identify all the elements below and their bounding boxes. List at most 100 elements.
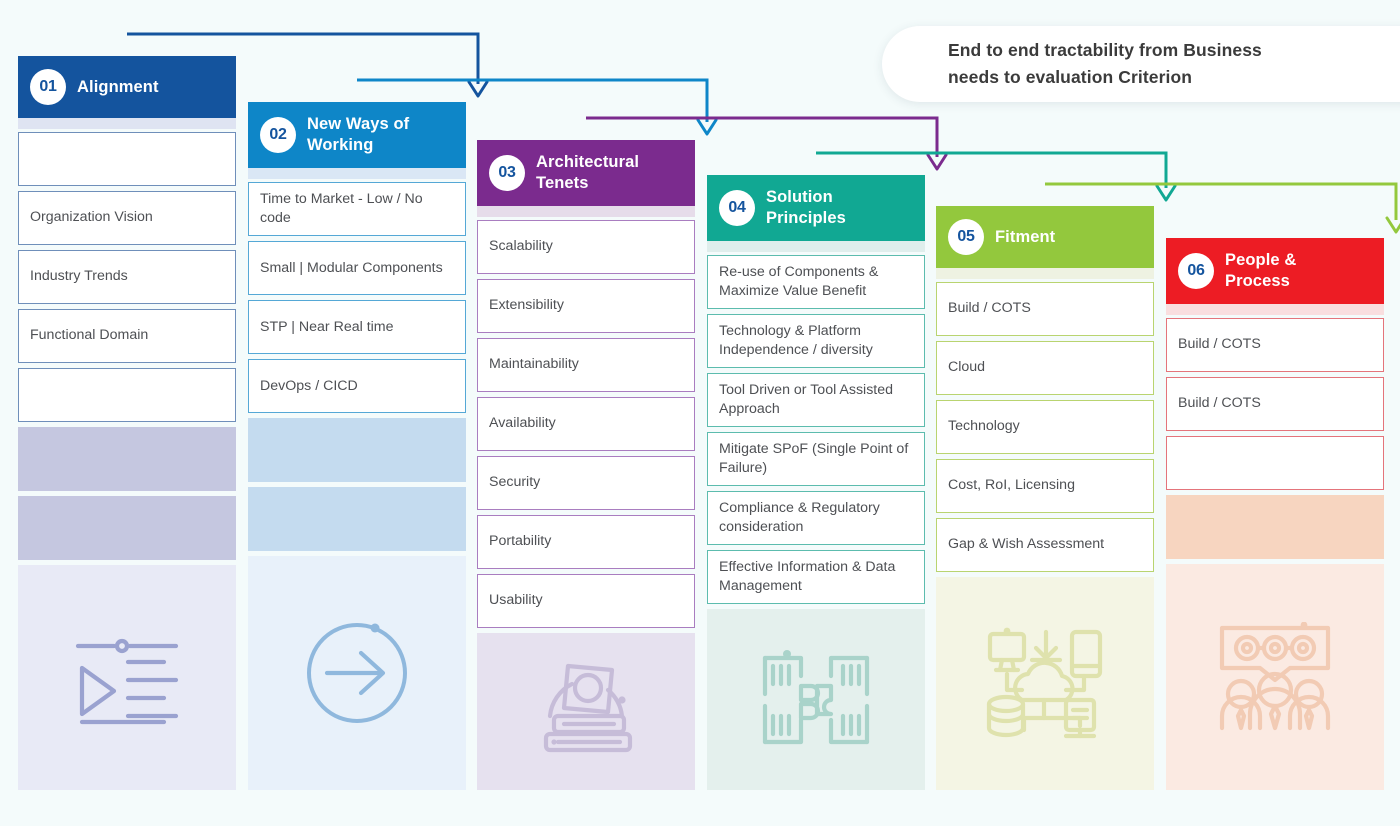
puzzle-hands-icon-panel	[707, 609, 925, 791]
card-item[interactable]: Scalability	[477, 220, 695, 274]
card-label: Effective Information & Data Management	[719, 559, 896, 595]
card-list: Build / COTS Cloud Technology Cost, RoI, Li…	[936, 279, 1154, 572]
column-title-line: Working	[307, 136, 374, 154]
column-tail	[18, 427, 236, 790]
card-item[interactable]: DevOps / CICD	[248, 359, 466, 414]
column-title: People & Process	[1225, 250, 1296, 291]
card-item[interactable]: Re-use of Components & Maximize Value Be…	[707, 255, 925, 310]
card-item[interactable]: STP | Near Real time	[248, 300, 466, 355]
column-header-01[interactable]: 01 Alignment	[18, 56, 236, 118]
puzzle-hands-icon	[757, 642, 875, 758]
card-list: Scalability Extensibility Maintainability A…	[477, 217, 695, 628]
filler-block	[18, 496, 236, 560]
card-label: Maintainability	[489, 356, 579, 373]
card-item[interactable]: Organization Vision	[18, 191, 236, 245]
card-label: STP | Near Real time	[260, 318, 394, 335]
filler-block	[248, 418, 466, 483]
card-label: Mitigate SPoF (Single Point of Failure)	[719, 441, 909, 477]
column-header-02[interactable]: 02 New Ways of Working	[248, 102, 466, 168]
card-item[interactable]: Build / COTS	[936, 282, 1154, 336]
card-label: Availability	[489, 415, 556, 432]
card-item[interactable]: Time to Market - Low / No code	[248, 182, 466, 237]
card-item[interactable]: Mitigate SPoF (Single Point of Failure)	[707, 432, 925, 487]
card-item-empty[interactable]	[18, 132, 236, 186]
team-people-icon	[1214, 622, 1336, 732]
callout-text: End to end tractability from Business ne…	[948, 37, 1262, 91]
card-item[interactable]: Small | Modular Components	[248, 241, 466, 296]
card-item[interactable]: Technology & Platform Independence / div…	[707, 314, 925, 369]
circle-arrow-right-icon-panel	[248, 556, 466, 791]
card-label: Extensibility	[489, 297, 564, 314]
card-label: Cloud	[948, 359, 986, 376]
column-header-05[interactable]: 05 Fitment	[936, 206, 1154, 268]
column-number-badge: 03	[489, 155, 525, 191]
column-title-line: Solution	[766, 188, 833, 207]
card-item[interactable]: Security	[477, 456, 695, 510]
column-title: New Ways of Working	[307, 114, 409, 155]
column-title-line: Fitment	[995, 227, 1056, 246]
list-play-icon	[72, 628, 182, 728]
column-title-line: New Ways of	[307, 115, 410, 134]
card-item[interactable]: Cloud	[936, 341, 1154, 395]
card-label: Time to Market - Low / No code	[260, 191, 423, 227]
card-label: Gap & Wish Assessment	[948, 536, 1105, 553]
card-item[interactable]: Gap & Wish Assessment	[936, 518, 1154, 572]
column-title: Alignment	[77, 77, 159, 98]
card-label: Tool Driven or Tool Assisted Approach	[719, 382, 894, 418]
card-item[interactable]: Tool Driven or Tool Assisted Approach	[707, 373, 925, 428]
column-title-line: Alignment	[77, 77, 159, 96]
card-list: Time to Market - Low / No code Small | Mo…	[248, 179, 466, 414]
column-header-03[interactable]: 03 Architectural Tenets	[477, 140, 695, 206]
list-play-icon-panel	[18, 565, 236, 790]
column-header-04[interactable]: 04 Solution Principles	[707, 175, 925, 241]
header-strip	[707, 241, 925, 252]
column-number-badge: 01	[30, 69, 66, 105]
card-item[interactable]: Portability	[477, 515, 695, 569]
column-number-badge: 04	[719, 190, 755, 226]
card-item[interactable]: Maintainability	[477, 338, 695, 392]
column-title: Solution Principles	[766, 187, 846, 228]
card-list: Build / COTS Build / COTS	[1166, 315, 1384, 490]
column-title: Fitment	[995, 227, 1055, 248]
card-item[interactable]: Extensibility	[477, 279, 695, 333]
card-item-empty[interactable]	[18, 368, 236, 422]
card-item[interactable]: Availability	[477, 397, 695, 451]
card-item[interactable]: Functional Domain	[18, 309, 236, 363]
header-strip	[18, 118, 236, 129]
column-title-line: People &	[1225, 251, 1297, 270]
card-item[interactable]: Effective Information & Data Management	[707, 550, 925, 605]
callout-bubble: End to end tractability from Business ne…	[882, 26, 1400, 102]
card-item[interactable]: Usability	[477, 574, 695, 628]
card-label: Build / COTS	[1178, 336, 1261, 353]
column-title-line: Principles	[766, 209, 846, 227]
card-label: Compliance & Regulatory consideration	[719, 500, 880, 536]
card-label: Build / COTS	[948, 300, 1031, 317]
card-item-empty[interactable]	[1166, 436, 1384, 490]
column-number-badge: 02	[260, 117, 296, 153]
header-strip	[477, 206, 695, 217]
column-02: 02 New Ways of Working Time to Market - Low…	[248, 102, 466, 791]
column-01: 01 Alignment Organization Vision Industry T…	[18, 56, 236, 790]
column-title: Architectural Tenets	[536, 152, 639, 193]
card-list: Organization Vision Industry Trends Functi…	[18, 129, 236, 422]
card-item[interactable]: Technology	[936, 400, 1154, 454]
card-item[interactable]: Compliance & Regulatory consideration	[707, 491, 925, 546]
column-04: 04 Solution Principles Re-use of Components…	[707, 175, 925, 791]
card-label: Security	[489, 474, 541, 491]
column-number-badge: 05	[948, 219, 984, 255]
card-item[interactable]: Build / COTS	[1166, 377, 1384, 431]
card-label: Re-use of Components & Maximize Value Be…	[719, 264, 879, 300]
column-06: 06 People & Process Build / COTS Build / COT…	[1166, 238, 1384, 790]
card-label: Industry Trends	[30, 268, 128, 285]
card-label: Small | Modular Components	[260, 259, 443, 276]
column-header-06[interactable]: 06 People & Process	[1166, 238, 1384, 304]
column-tail	[707, 609, 925, 791]
column-title-line: Process	[1225, 272, 1290, 290]
card-item[interactable]: Industry Trends	[18, 250, 236, 304]
filler-block	[248, 487, 466, 552]
card-item[interactable]: Build / COTS	[1166, 318, 1384, 372]
card-list: Re-use of Components & Maximize Value Be…	[707, 252, 925, 605]
card-label: Scalability	[489, 238, 553, 255]
card-label: Build / COTS	[1178, 395, 1261, 412]
card-item[interactable]: Cost, RoI, Licensing	[936, 459, 1154, 513]
